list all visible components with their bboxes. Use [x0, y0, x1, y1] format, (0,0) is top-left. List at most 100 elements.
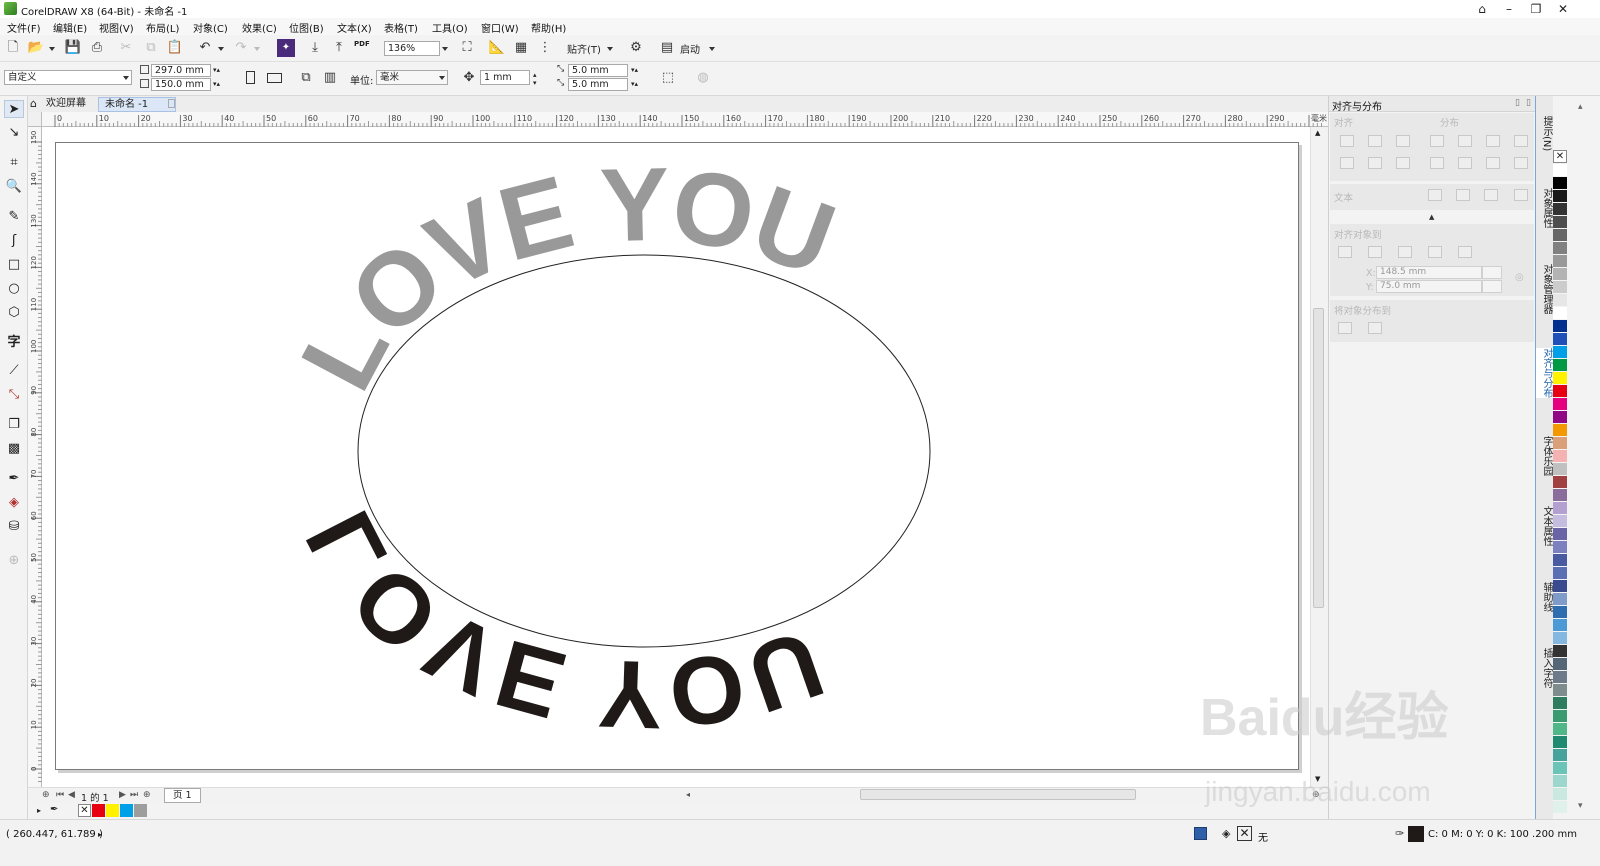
- swatch-gray[interactable]: [134, 804, 147, 817]
- vertical-ruler[interactable]: 150 140 130 120 110 100 90 80 70 60 50 40 30 20 10 0: [28, 127, 42, 787]
- preset-dropdown-icon[interactable]: [123, 76, 129, 80]
- palette-swatch[interactable]: [1553, 424, 1567, 437]
- snap-to-dropdown[interactable]: 贴齐(T): [567, 41, 601, 56]
- menu-help[interactable]: 帮助(H): [531, 20, 566, 35]
- palette-swatch[interactable]: [1553, 242, 1567, 255]
- ruler-origin[interactable]: [28, 112, 42, 127]
- zoom-dropdown-icon[interactable]: [442, 47, 448, 51]
- palette-swatch[interactable]: [1553, 372, 1567, 385]
- palette-swatch[interactable]: [1553, 190, 1567, 203]
- palette-swatch[interactable]: [1553, 710, 1567, 723]
- polygon-tool-icon[interactable]: ⬡: [4, 304, 24, 322]
- align-to-page-center-icon[interactable]: [1398, 246, 1412, 258]
- align-to-point-icon[interactable]: [1458, 246, 1472, 258]
- y-field[interactable]: 75.0 mm: [1376, 280, 1482, 293]
- dup-x-spinner-icon[interactable]: ▾▴: [631, 66, 638, 74]
- transparency-tool-icon[interactable]: ▩: [4, 440, 24, 458]
- palette-swatch[interactable]: [1553, 671, 1567, 684]
- add-page-after-icon[interactable]: ⊕: [143, 790, 151, 800]
- side-tab-hints[interactable]: 提示(N): [1536, 116, 1554, 151]
- align-center-v-icon[interactable]: [1368, 157, 1382, 169]
- treat-as-filled-icon[interactable]: ⬚: [659, 69, 677, 87]
- page-height-field[interactable]: 150.0 mm: [151, 78, 211, 91]
- y-spinner[interactable]: [1482, 280, 1502, 293]
- page-tab-1[interactable]: 页 1: [164, 788, 201, 803]
- palette-swatch[interactable]: [1553, 463, 1567, 476]
- menu-table[interactable]: 表格(T): [384, 20, 418, 35]
- distribute-space-v-icon[interactable]: [1514, 157, 1528, 169]
- palette-scroll-up-icon[interactable]: ▴: [1578, 102, 1583, 112]
- distribute-center-h-icon[interactable]: [1458, 135, 1472, 147]
- minimize-button[interactable]: –: [1497, 1, 1521, 17]
- x-field[interactable]: 148.5 mm: [1376, 266, 1482, 279]
- text-bounding-box-icon[interactable]: [1484, 189, 1498, 201]
- align-center-h-icon[interactable]: [1368, 135, 1382, 147]
- print-icon[interactable]: ⎙: [88, 39, 106, 57]
- align-to-active-icon[interactable]: [1338, 246, 1352, 258]
- distribute-center-v-icon[interactable]: [1458, 157, 1472, 169]
- palette-swatch[interactable]: [1553, 749, 1567, 762]
- swatch-yellow[interactable]: [106, 804, 119, 817]
- import-icon[interactable]: ⤓: [306, 39, 324, 57]
- palette-swatch[interactable]: [1553, 307, 1567, 320]
- artistic-media-icon[interactable]: ʃ: [4, 232, 24, 250]
- side-tab-font-playground[interactable]: 字体乐园: [1536, 436, 1554, 476]
- palette-swatch[interactable]: [1553, 788, 1567, 801]
- launcher-icon[interactable]: ▤: [658, 39, 676, 57]
- palette-swatch[interactable]: [1553, 216, 1567, 229]
- palette-swatch[interactable]: [1553, 320, 1567, 333]
- units-dropdown-icon[interactable]: [439, 76, 445, 80]
- save-icon[interactable]: 💾: [64, 39, 82, 57]
- page-width-field[interactable]: 297.0 mm: [151, 64, 211, 77]
- align-bottom-icon[interactable]: [1396, 157, 1410, 169]
- text-tool-icon[interactable]: 字: [4, 334, 24, 352]
- distribute-top-icon[interactable]: [1430, 157, 1444, 169]
- cut-icon[interactable]: ✂: [117, 39, 135, 57]
- palette-swatch[interactable]: [1553, 528, 1567, 541]
- undo-icon[interactable]: ↶: [196, 39, 214, 57]
- export-icon[interactable]: ⤒: [330, 39, 348, 57]
- menu-text[interactable]: 文本(X): [337, 20, 372, 35]
- palette-swatch[interactable]: [1553, 723, 1567, 736]
- first-page-icon[interactable]: ⏮: [56, 790, 64, 800]
- help-icon[interactable]: ⌂: [1470, 1, 1494, 17]
- redo-dropdown-icon[interactable]: [254, 47, 260, 51]
- horizontal-ruler[interactable]: 0 10 20 30 40 50 60 70 80 90 100 110 120 130 140 150 160…: [42, 112, 1328, 127]
- zoom-tool-icon[interactable]: 🔍: [4, 178, 24, 196]
- palette-eyedropper-icon[interactable]: ✒: [50, 804, 58, 815]
- status-expand-icon[interactable]: ▸: [98, 830, 102, 839]
- palette-swatch[interactable]: [1553, 268, 1567, 281]
- close-button[interactable]: ✕: [1551, 1, 1575, 17]
- menu-object[interactable]: 对象(C): [193, 20, 228, 35]
- text-outline-icon[interactable]: [1514, 189, 1528, 201]
- nudge-distance-field[interactable]: 1 mm: [480, 70, 530, 85]
- palette-swatch[interactable]: [1553, 476, 1567, 489]
- rectangle-tool-icon[interactable]: □: [4, 256, 24, 274]
- menu-layout[interactable]: 布局(L): [146, 20, 179, 35]
- swatch-red[interactable]: [92, 804, 105, 817]
- side-tab-align-distribute[interactable]: 对齐与分布: [1536, 348, 1554, 398]
- palette-swatch[interactable]: [1553, 255, 1567, 268]
- document-page[interactable]: [55, 142, 1299, 770]
- distribute-right-icon[interactable]: [1486, 135, 1500, 147]
- text-first-baseline-icon[interactable]: [1428, 189, 1442, 201]
- search-content-icon[interactable]: ✦: [277, 39, 295, 57]
- customize-toolbox-icon[interactable]: ⊕: [4, 552, 24, 570]
- menu-bitmaps[interactable]: 位图(B): [289, 20, 324, 35]
- palette-swatch[interactable]: [1553, 658, 1567, 671]
- palette-swatch[interactable]: [1553, 294, 1567, 307]
- connector-tool-icon[interactable]: ⤡: [4, 386, 24, 404]
- height-spinner-icon[interactable]: ▾▴: [213, 80, 220, 88]
- x-spinner[interactable]: [1482, 266, 1502, 279]
- distribute-to-selection-icon[interactable]: [1338, 322, 1352, 334]
- menu-edit[interactable]: 编辑(E): [53, 20, 87, 35]
- current-page-icon[interactable]: ▥: [321, 69, 339, 87]
- maximize-button[interactable]: ❐: [1524, 1, 1548, 17]
- palette-swatch[interactable]: [1553, 164, 1567, 177]
- portrait-icon[interactable]: [246, 71, 255, 84]
- ellipse-tool-icon[interactable]: ○: [4, 280, 24, 298]
- hscroll-left-icon[interactable]: ◂: [686, 790, 690, 799]
- distribute-to-page-icon[interactable]: [1368, 322, 1382, 334]
- align-top-icon[interactable]: [1340, 157, 1354, 169]
- landscape-icon[interactable]: [267, 73, 282, 83]
